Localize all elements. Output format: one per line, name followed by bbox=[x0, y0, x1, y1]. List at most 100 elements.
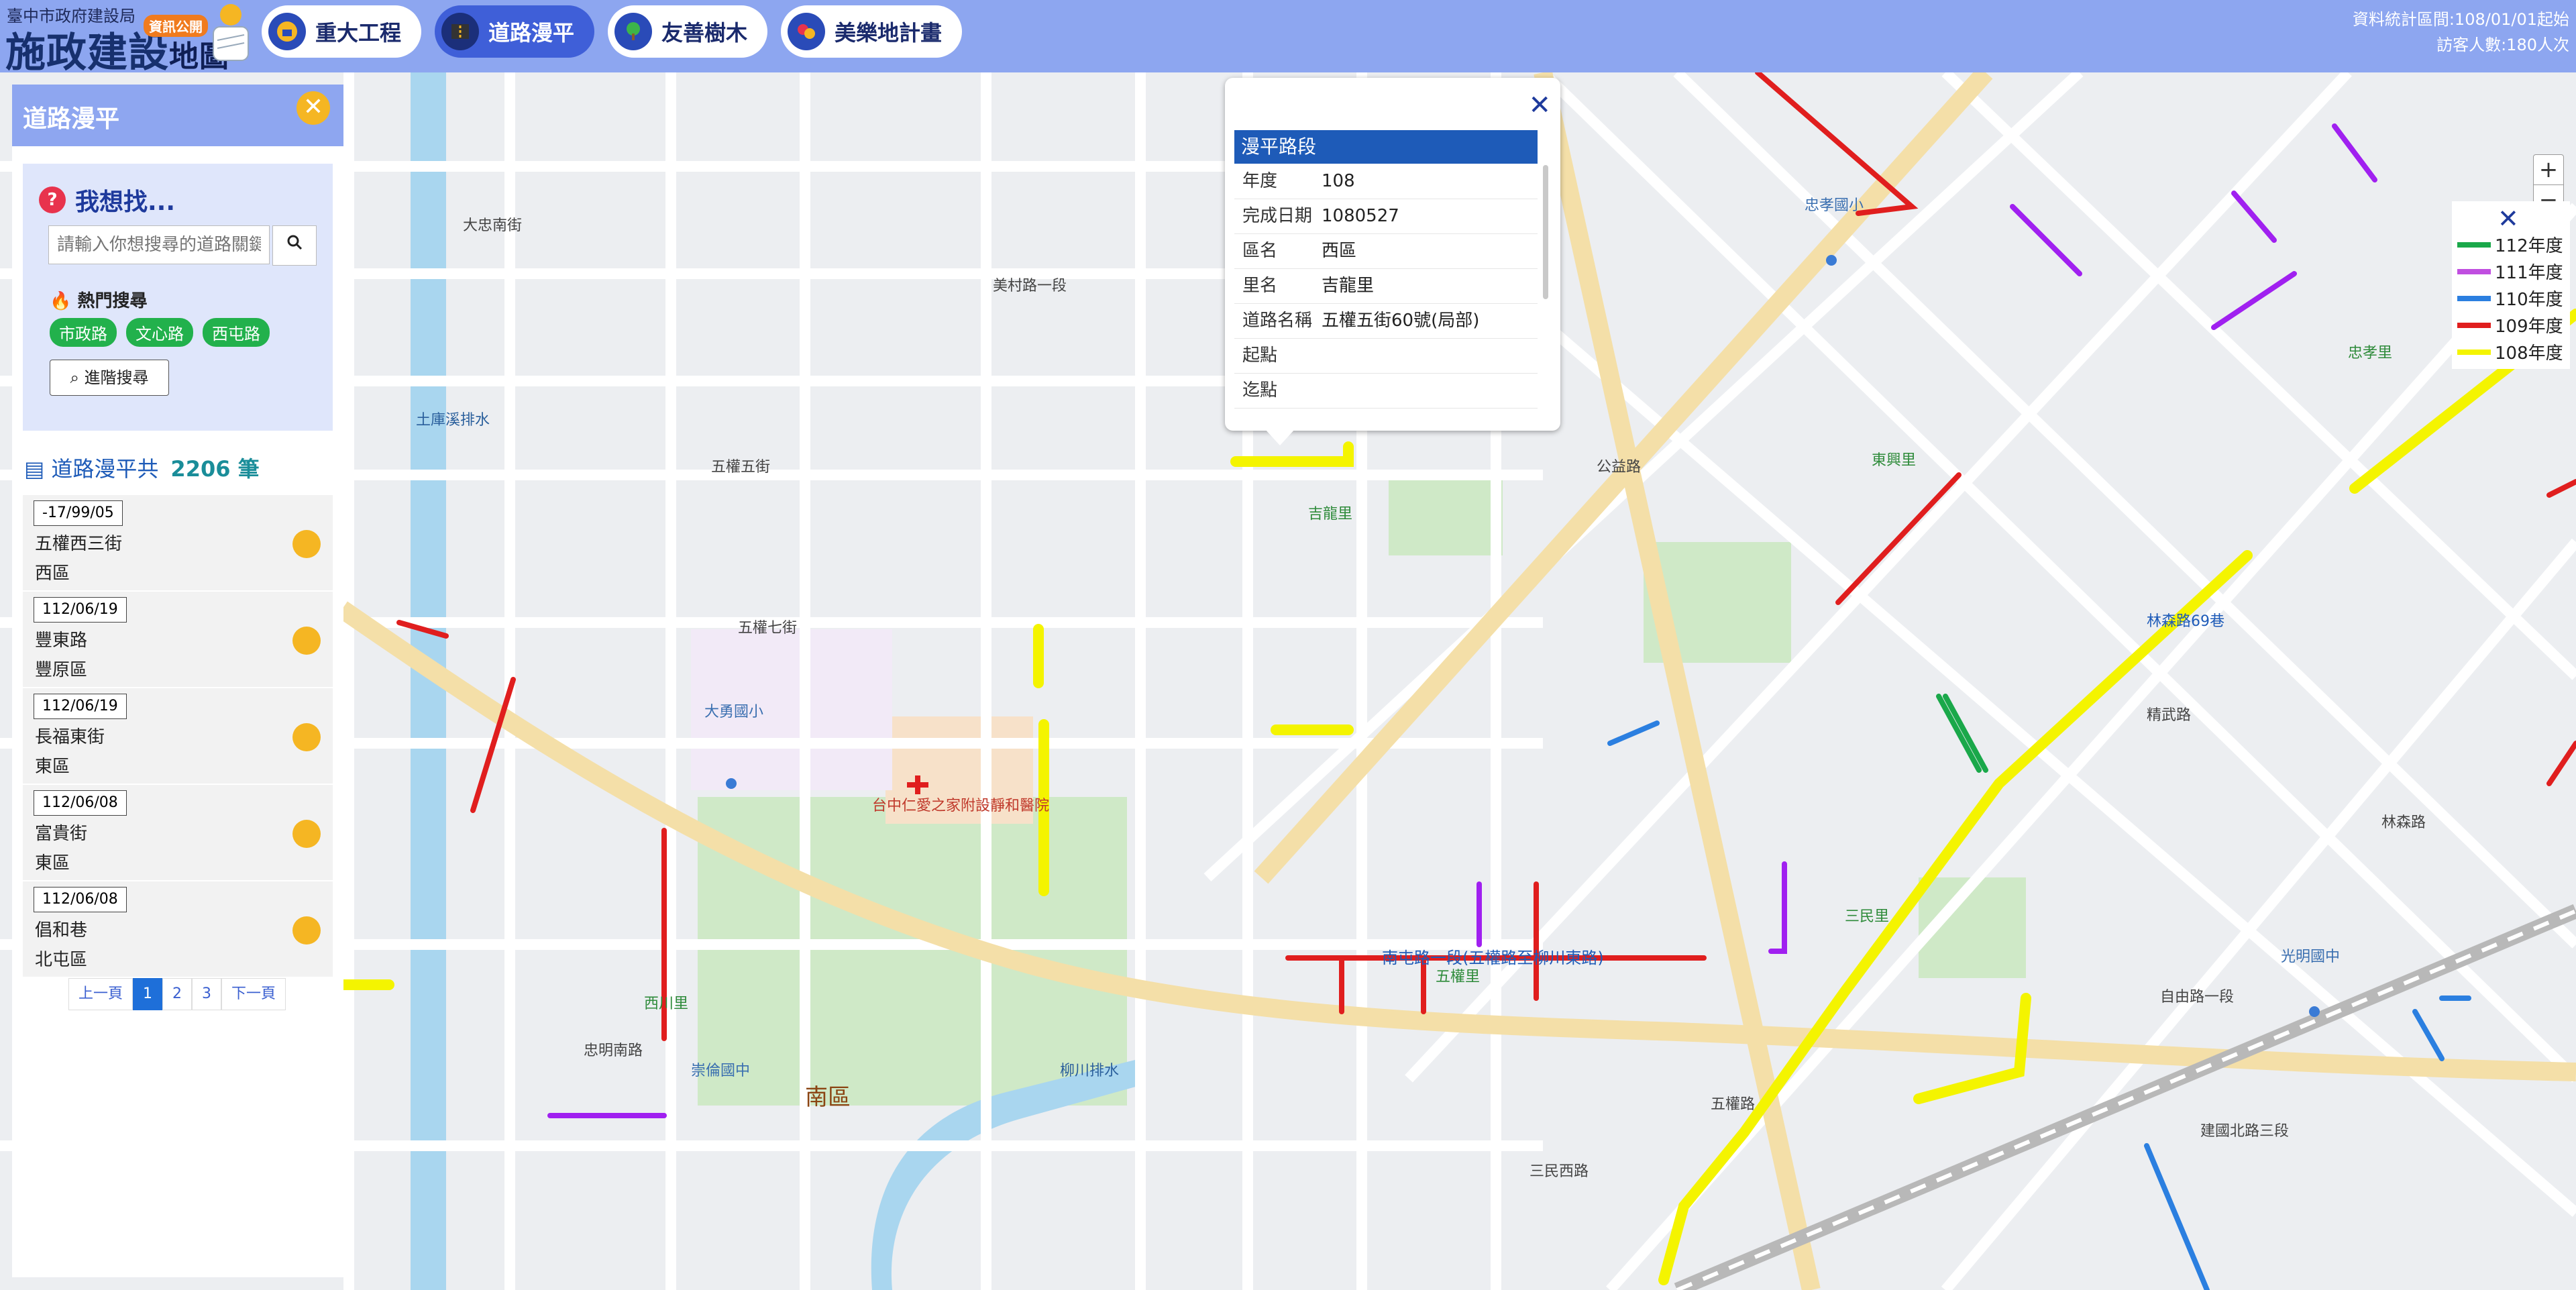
fire-icon: 🔥 bbox=[50, 291, 72, 311]
hot-search-text: 熱門搜尋 bbox=[77, 291, 148, 311]
street-label: 林森路 bbox=[2381, 814, 2426, 831]
popup-key: 道路名稱 bbox=[1242, 311, 1313, 331]
street-label: 自由路一段 bbox=[2160, 989, 2235, 1006]
result-count: ▤ 道路漫平共 2206 筆 bbox=[24, 452, 260, 483]
item-date: 112/06/08 bbox=[34, 887, 127, 912]
stats-range: 資料統計區間:108/01/01起始 bbox=[2352, 10, 2569, 29]
page-button[interactable]: 2 bbox=[162, 978, 193, 1010]
item-road: 長福東街 bbox=[35, 727, 105, 747]
item-district: 北屯區 bbox=[35, 950, 88, 970]
hot-tag[interactable]: 市政路 bbox=[50, 318, 117, 347]
legend-label: 111年度 bbox=[2495, 263, 2563, 283]
nav-label: 友善樹木 bbox=[661, 20, 748, 46]
item-date: 112/06/19 bbox=[34, 694, 127, 719]
popup-scrollbar[interactable] bbox=[1543, 165, 1548, 299]
street-label: 五權五街 bbox=[711, 459, 771, 476]
street-label: 忠明南路 bbox=[584, 1042, 643, 1059]
item-road: 富貴街 bbox=[35, 824, 88, 844]
page-button[interactable]: 3 bbox=[192, 978, 222, 1010]
locate-icon[interactable] bbox=[292, 530, 321, 558]
poi-label: 台中仁愛之家附設靜和醫院 bbox=[872, 798, 1050, 814]
village-label: 吉龍里 bbox=[1308, 506, 1353, 523]
item-road: 豐東路 bbox=[35, 631, 88, 651]
legend-close-icon[interactable]: ✕ bbox=[2498, 204, 2519, 233]
side-panel: 道路漫平 ✕ ? 我想找... 🔥 熱門搜尋 市政路 文心路 西屯路 ⌕ 進階搜… bbox=[12, 85, 343, 1277]
panel-close-icon[interactable]: ✕ bbox=[297, 91, 330, 125]
street-label: 大忠南街 bbox=[463, 217, 523, 234]
main-nav: 重大工程 道路漫平 友善樹木 美樂地計畫 bbox=[262, 5, 963, 59]
list-item[interactable]: -17/99/05 五權西三街 西區 bbox=[23, 495, 333, 592]
search-button[interactable] bbox=[272, 225, 317, 266]
list-item[interactable]: 112/06/08 富貴街 東區 bbox=[23, 785, 333, 881]
advanced-search-label: 進階搜尋 bbox=[84, 368, 149, 387]
school-icon bbox=[1826, 255, 1837, 266]
locate-icon[interactable] bbox=[292, 723, 321, 751]
search-heading: ? 我想找... bbox=[39, 182, 175, 217]
page-button[interactable]: 1 bbox=[133, 978, 163, 1010]
popup-key: 起點 bbox=[1242, 345, 1278, 366]
street-label: 美村路一段 bbox=[993, 278, 1067, 294]
legend-label: 108年度 bbox=[2495, 343, 2563, 364]
hot-search-label: 🔥 熱門搜尋 bbox=[50, 287, 147, 312]
hot-tag[interactable]: 西屯路 bbox=[203, 318, 270, 347]
year-legend: ✕ 112年度 111年度 110年度 109年度 108年度 bbox=[2452, 201, 2570, 369]
locate-icon[interactable] bbox=[292, 627, 321, 655]
locate-icon[interactable] bbox=[292, 820, 321, 848]
list-item[interactable]: 112/06/19 豐東路 豐原區 bbox=[23, 592, 333, 688]
list-item[interactable]: 112/06/19 長福東街 東區 bbox=[23, 688, 333, 785]
list-item[interactable]: 112/06/08 倡和巷 北屯區 bbox=[23, 881, 333, 978]
item-date: 112/06/19 bbox=[34, 597, 127, 623]
legend-item: 108年度 bbox=[2457, 339, 2563, 364]
item-district: 西區 bbox=[35, 563, 70, 584]
document-icon: ▤ bbox=[24, 456, 45, 482]
nav-road-paving[interactable]: 道路漫平 bbox=[435, 5, 595, 58]
poi-label: 忠孝國小 bbox=[1805, 197, 1864, 214]
legend-swatch bbox=[2457, 322, 2491, 328]
water-label: 柳川排水 bbox=[1060, 1063, 1120, 1079]
item-date: -17/99/05 bbox=[34, 500, 123, 526]
search-icon: ⌕ bbox=[70, 368, 79, 387]
popup-key: 區名 bbox=[1242, 241, 1278, 261]
legend-item: 112年度 bbox=[2457, 232, 2563, 257]
locate-icon[interactable] bbox=[292, 916, 321, 945]
search-input[interactable] bbox=[48, 225, 270, 264]
nav-playground-plan[interactable]: 美樂地計畫 bbox=[781, 5, 963, 58]
nav-label: 道路漫平 bbox=[488, 20, 575, 46]
pagination: 上一頁 1 2 3 下一頁 bbox=[68, 978, 286, 1010]
popup-key: 迄點 bbox=[1242, 380, 1278, 400]
nav-friendly-trees[interactable]: 友善樹木 bbox=[608, 5, 768, 58]
hot-tag[interactable]: 文心路 bbox=[126, 318, 193, 347]
poi-label: 大勇國小 bbox=[704, 704, 764, 720]
popup-value: 西區 bbox=[1322, 241, 1357, 261]
construction-icon bbox=[268, 13, 306, 50]
next-page-button[interactable]: 下一頁 bbox=[221, 978, 286, 1010]
playground-icon bbox=[788, 13, 826, 50]
nav-label: 美樂地計畫 bbox=[835, 20, 943, 46]
popup-key: 年度 bbox=[1242, 171, 1278, 191]
location-pin-icon: ? bbox=[39, 186, 66, 213]
street-label: 公益路 bbox=[1597, 459, 1642, 476]
segment-popup: ✕ 漫平路段 年度 108 完成日期 1080527 區名 西區 里名 吉龍里 … bbox=[1225, 78, 1560, 445]
site-logo[interactable]: 臺中市政府建設局 施政建設地圖 資訊公開 bbox=[3, 0, 258, 76]
search-heading-text: 我想找... bbox=[75, 189, 176, 216]
advanced-search-button[interactable]: ⌕ 進階搜尋 bbox=[50, 360, 169, 396]
poi-label: 崇倫國中 bbox=[691, 1063, 751, 1079]
item-road: 倡和巷 bbox=[35, 920, 88, 940]
nav-label: 重大工程 bbox=[315, 20, 402, 46]
village-label: 西川里 bbox=[644, 996, 689, 1012]
popup-close-icon[interactable]: ✕ bbox=[1528, 90, 1551, 121]
legend-label: 112年度 bbox=[2495, 236, 2563, 256]
panel-title: 道路漫平 bbox=[23, 105, 120, 133]
legend-swatch bbox=[2457, 268, 2491, 274]
count-value: 2206 筆 bbox=[170, 456, 260, 482]
legend-item: 109年度 bbox=[2457, 313, 2563, 337]
tree-icon bbox=[614, 13, 653, 50]
item-road: 五權西三街 bbox=[35, 534, 123, 554]
search-section: ? 我想找... 🔥 熱門搜尋 市政路 文心路 西屯路 ⌕ 進階搜尋 bbox=[23, 164, 333, 431]
nav-major-projects[interactable]: 重大工程 bbox=[262, 5, 422, 58]
prev-page-button[interactable]: 上一頁 bbox=[68, 978, 133, 1010]
road-icon bbox=[441, 13, 480, 50]
street-label: 南屯路一段(五權路至柳川東路) bbox=[1382, 949, 1604, 967]
item-date: 112/06/08 bbox=[34, 790, 127, 816]
zoom-in-button[interactable]: + bbox=[2534, 155, 2563, 184]
